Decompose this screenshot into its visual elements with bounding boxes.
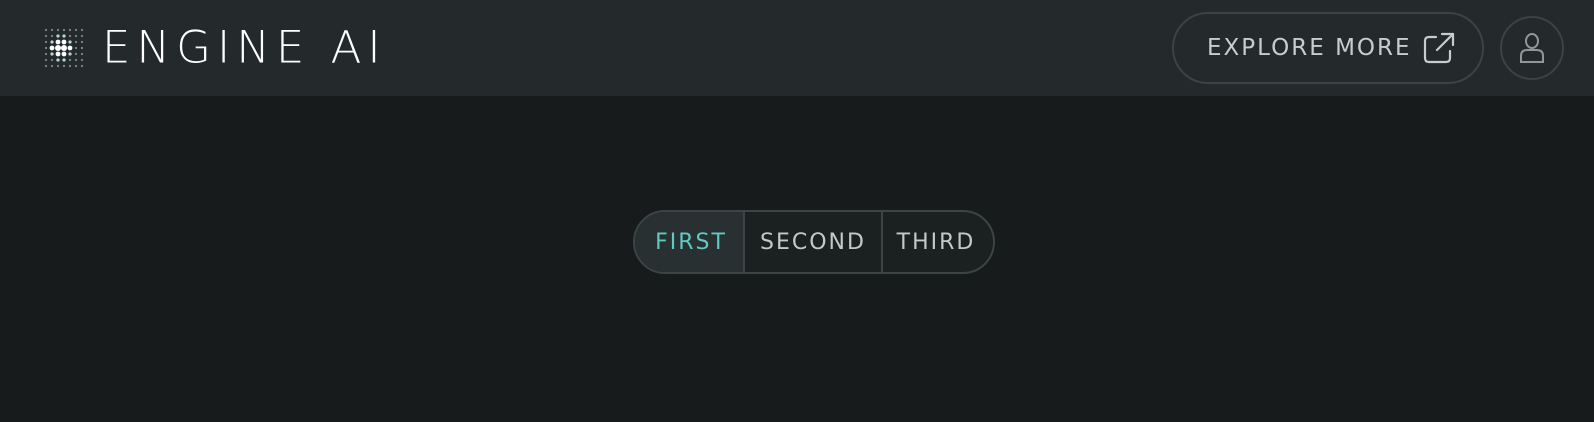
explore-more-label: EXPLORE MORE — [1207, 35, 1412, 61]
tab-first[interactable]: FIRST — [635, 212, 743, 272]
tab-second[interactable]: SECOND — [743, 212, 881, 272]
dot-grid-logo-icon — [44, 28, 84, 68]
brand-logo[interactable]: ENGINE AI — [44, 21, 387, 74]
brand-name: ENGINE AI — [102, 21, 387, 74]
tab-third[interactable]: THIRD — [881, 212, 993, 272]
segmented-tab-control: FIRST SECOND THIRD — [633, 210, 995, 274]
user-icon — [1520, 33, 1544, 63]
explore-more-button[interactable]: EXPLORE MORE — [1172, 12, 1484, 84]
user-account-button[interactable] — [1500, 16, 1564, 80]
external-link-icon — [1423, 32, 1455, 64]
top-bar: ENGINE AI EXPLORE MORE — [0, 0, 1594, 96]
